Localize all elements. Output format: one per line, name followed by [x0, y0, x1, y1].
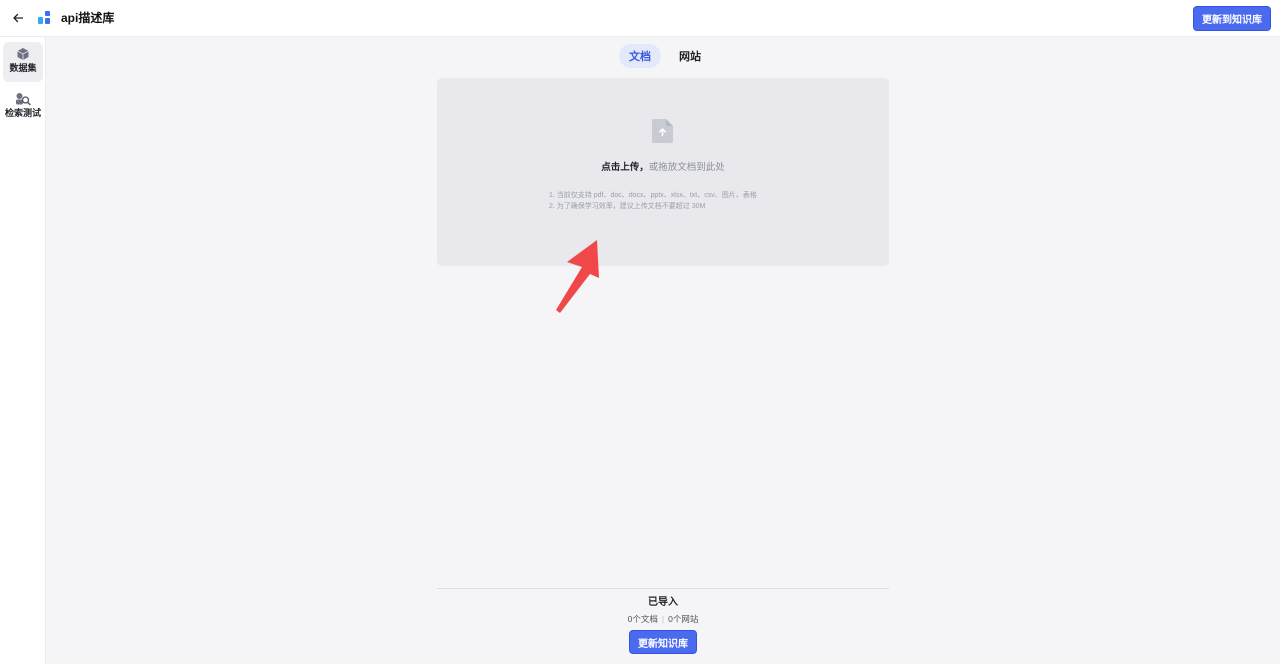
- drag-drop-text: 或拖放文档到此处: [648, 162, 725, 173]
- update-to-knowledge-base-button[interactable]: 更新到知识库: [1193, 6, 1271, 31]
- sidebar-item-label: 数据集: [9, 63, 37, 73]
- section-divider: [437, 588, 889, 589]
- sidebar-item-dataset[interactable]: 数据集: [3, 42, 43, 82]
- document-count: 0个文档: [627, 614, 658, 624]
- hint-line: 1. 当前仅支持 pdf、doc、docx、pptx、xlsx、txt、csv、…: [549, 192, 757, 199]
- tab-websites[interactable]: 网站: [669, 44, 711, 68]
- tab-documents[interactable]: 文档: [619, 44, 661, 68]
- app-grid-icon: [38, 11, 50, 24]
- search-test-icon: [16, 93, 31, 106]
- page-title: api描述库: [61, 11, 115, 25]
- hint-line: 2. 为了确保学习效率，建议上传文档不要超过 30M: [549, 203, 706, 210]
- red-arrow-icon: [556, 240, 599, 313]
- arrow-left-icon[interactable]: [9, 9, 27, 27]
- upload-dropzone[interactable]: 点击上传，或拖放文档到此处 1. 当前仅支持 pdf、doc、docx、pptx…: [437, 78, 889, 266]
- source-tabs: 文档 网站: [619, 44, 711, 68]
- count-separator: |: [661, 614, 665, 624]
- imported-counts: 0个文档 | 0个网站: [437, 614, 889, 625]
- sidebar: 数据集 检索测试: [0, 37, 46, 664]
- sidebar-item-search-test[interactable]: 检索测试: [3, 87, 43, 127]
- dataset-cube-icon: [17, 48, 29, 60]
- click-upload-text: 点击上传，: [601, 162, 649, 173]
- sidebar-item-label: 检索测试: [4, 108, 41, 118]
- file-upload-icon: [652, 119, 673, 143]
- upload-instruction: 点击上传，或拖放文档到此处: [437, 162, 889, 174]
- top-header: api描述库 更新到知识库: [0, 0, 1280, 37]
- website-count: 0个网站: [668, 614, 699, 624]
- update-knowledge-base-button[interactable]: 更新知识库: [629, 630, 697, 654]
- upload-hints: 1. 当前仅支持 pdf、doc、docx、pptx、xlsx、txt、csv、…: [549, 190, 757, 212]
- imported-title: 已导入: [648, 597, 678, 608]
